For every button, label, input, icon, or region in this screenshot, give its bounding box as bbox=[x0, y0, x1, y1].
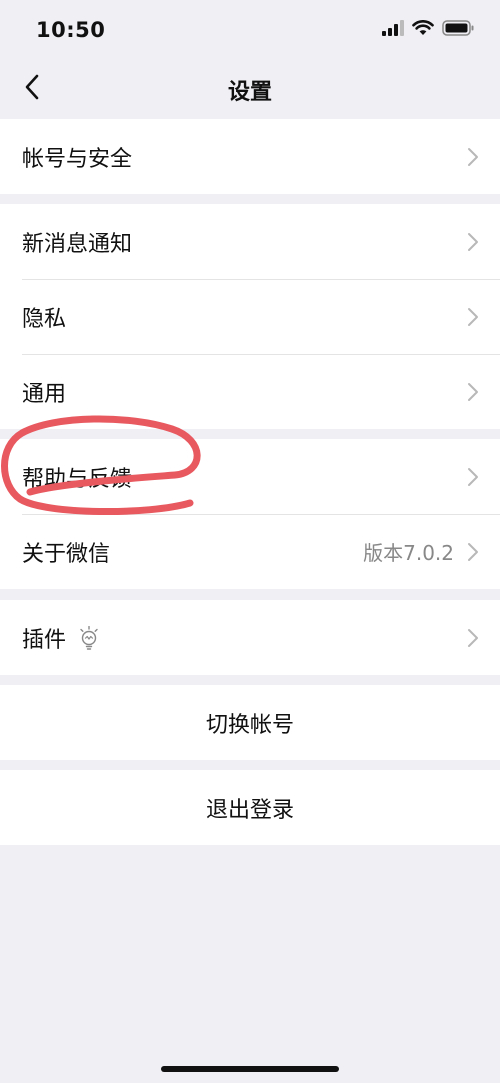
status-time: 10:50 bbox=[36, 18, 106, 42]
wifi-icon bbox=[412, 20, 434, 40]
version-value: 版本7.0.2 bbox=[363, 541, 454, 565]
settings-group-general: 新消息通知 隐私 通用 bbox=[0, 204, 500, 429]
chevron-right-icon bbox=[466, 231, 480, 253]
settings-group-account: 帐号与安全 bbox=[0, 119, 500, 194]
nav-bar: 设置 bbox=[0, 60, 500, 118]
settings-item-label: 帐号与安全 bbox=[22, 146, 133, 172]
settings-item-general[interactable]: 通用 bbox=[0, 354, 500, 429]
switch-account-label: 切换帐号 bbox=[205, 712, 294, 738]
battery-icon bbox=[442, 20, 474, 40]
page-title: 设置 bbox=[227, 80, 272, 105]
settings-item-label: 新消息通知 bbox=[22, 231, 133, 257]
settings-item-label: 通用 bbox=[22, 381, 67, 407]
chevron-right-icon bbox=[466, 541, 480, 563]
switch-account-button[interactable]: 切换帐号 bbox=[0, 685, 500, 760]
settings-item-help-feedback[interactable]: 帮助与反馈 bbox=[0, 439, 500, 514]
chevron-right-icon bbox=[466, 466, 480, 488]
chevron-right-icon bbox=[466, 306, 480, 328]
settings-item-about-wechat[interactable]: 关于微信 版本7.0.2 bbox=[0, 514, 500, 589]
settings-item-account-security[interactable]: 帐号与安全 bbox=[0, 119, 500, 194]
settings-group-plugins: 插件 bbox=[0, 600, 500, 675]
logout-label: 退出登录 bbox=[205, 797, 294, 823]
chevron-right-icon bbox=[466, 146, 480, 168]
logout-button[interactable]: 退出登录 bbox=[0, 770, 500, 845]
settings-item-privacy[interactable]: 隐私 bbox=[0, 279, 500, 354]
settings-screen: 10:50 设置 帐号与安全 新消息通知 隐私 通用 帮助与反馈 关于微信 版本… bbox=[0, 0, 500, 1083]
settings-item-notifications[interactable]: 新消息通知 bbox=[0, 204, 500, 279]
settings-item-label: 帮助与反馈 bbox=[22, 466, 133, 492]
cellular-signal-icon bbox=[382, 20, 404, 40]
logout-group: 退出登录 bbox=[0, 770, 500, 845]
settings-item-label: 插件 bbox=[22, 627, 67, 653]
settings-item-label: 关于微信 bbox=[22, 541, 111, 567]
status-icons bbox=[382, 20, 474, 40]
lightbulb-icon bbox=[78, 625, 100, 650]
settings-item-plugins[interactable]: 插件 bbox=[0, 600, 500, 675]
settings-group-about: 帮助与反馈 关于微信 版本7.0.2 bbox=[0, 439, 500, 589]
status-bar: 10:50 bbox=[0, 0, 500, 60]
chevron-right-icon bbox=[466, 627, 480, 649]
switch-account-group: 切换帐号 bbox=[0, 685, 500, 760]
settings-item-label: 隐私 bbox=[22, 306, 67, 332]
chevron-right-icon bbox=[466, 381, 480, 403]
home-indicator[interactable] bbox=[161, 1066, 339, 1072]
